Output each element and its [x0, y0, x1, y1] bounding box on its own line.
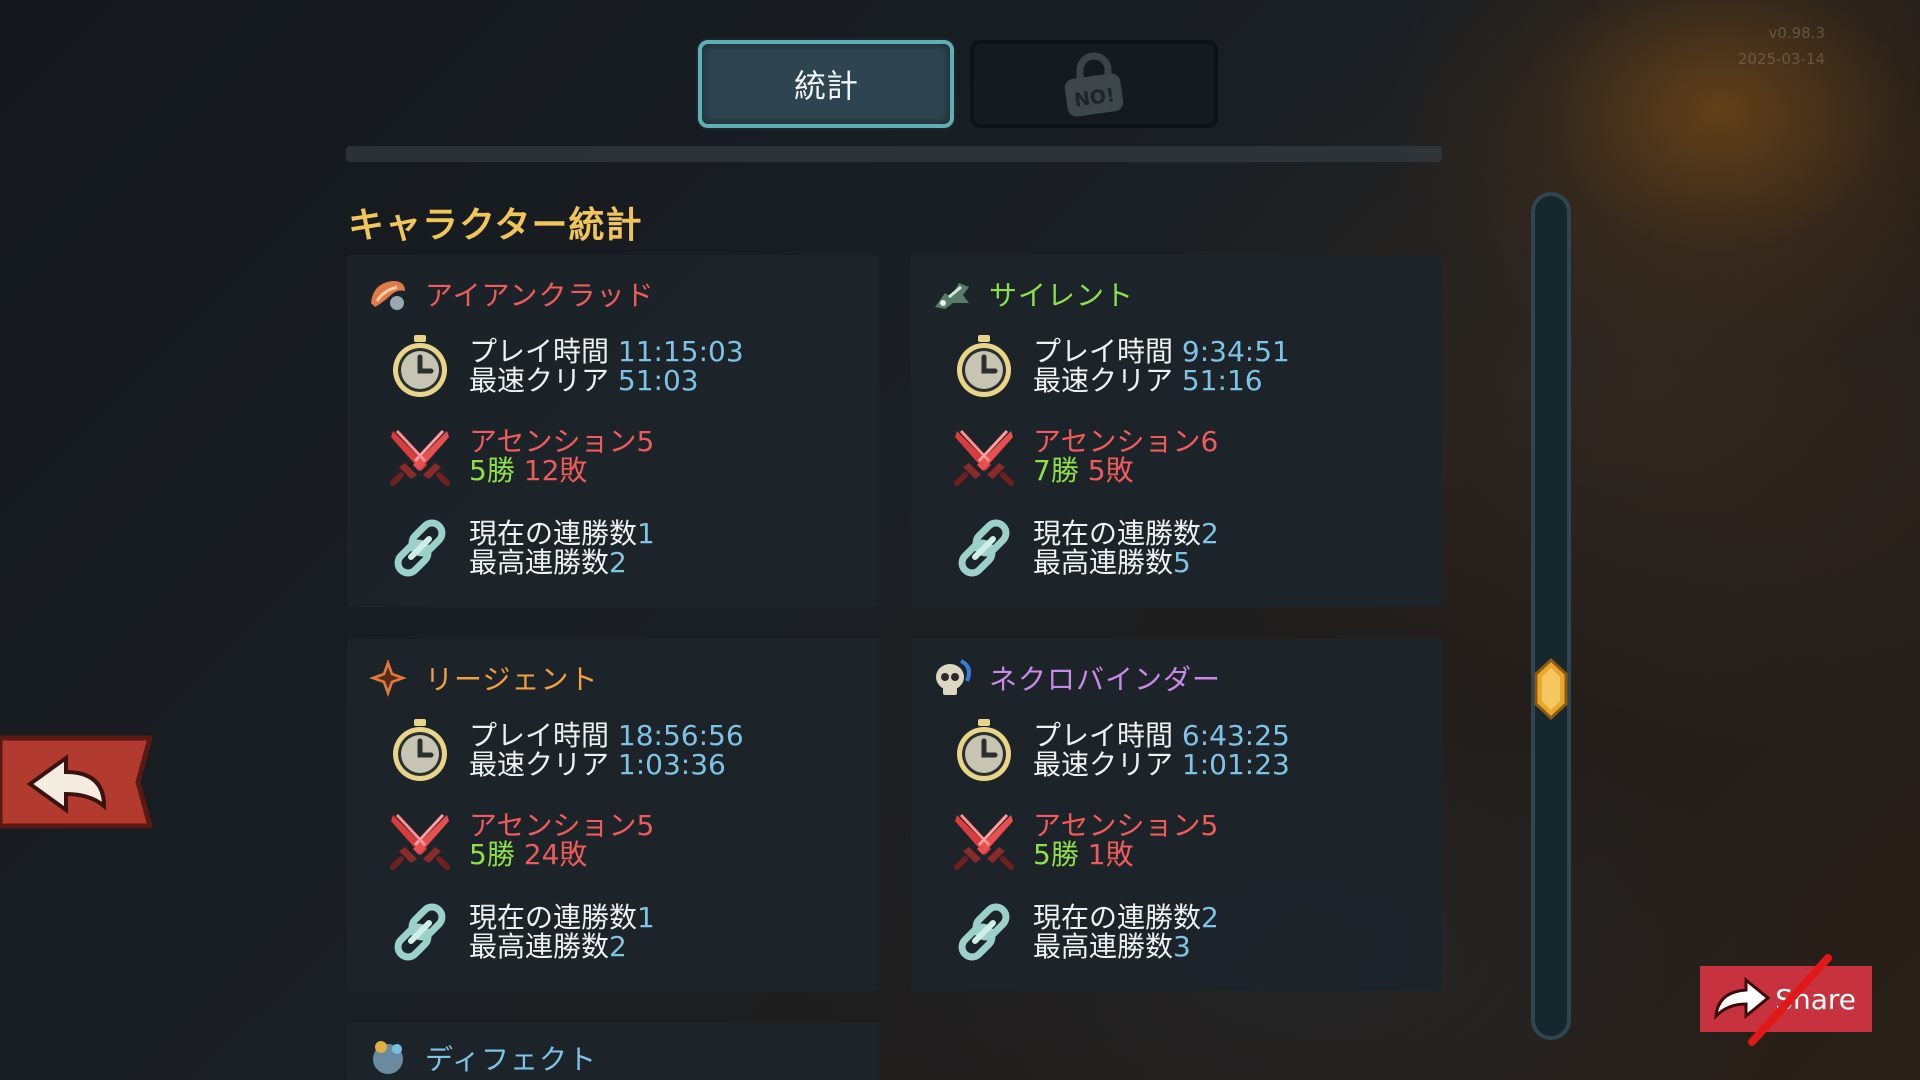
losses-value: 5: [1087, 454, 1106, 487]
best-streak-label: 最高連勝数: [1033, 546, 1174, 579]
divider: [346, 146, 1442, 162]
fastest-clear-value: 1:01:23: [1181, 748, 1290, 781]
character-name: アイアンクラッド: [425, 279, 655, 312]
disabled-slash-icon: [1748, 954, 1832, 1046]
wins-label: 勝: [1050, 838, 1079, 871]
character-name: リージェント: [425, 663, 599, 696]
ascension-value: 5: [1200, 809, 1219, 842]
chain-icon: [387, 899, 453, 965]
scrollbar-thumb[interactable]: [1532, 658, 1570, 720]
share-button[interactable]: Share: [1700, 954, 1872, 1046]
wins-label: 勝: [1050, 454, 1079, 487]
losses-value: 12: [523, 454, 560, 487]
character-card-regent: リージェント プレイ時間 18:56:56 最速クリア 1:03:36 アセンシ…: [347, 639, 879, 991]
losses-label: 敗: [559, 838, 588, 871]
best-streak-label: 最高連勝数: [469, 546, 610, 579]
back-button[interactable]: [0, 732, 152, 832]
regent-icon: [369, 659, 407, 697]
wins-label: 勝: [486, 454, 515, 487]
best-streak-value: 2: [609, 930, 627, 963]
wins-value: 5: [469, 454, 487, 487]
tab-locked[interactable]: NO!: [970, 40, 1218, 128]
character-card-ironclad: アイアンクラッド プレイ時間 11:15:03 最速クリア 51:03 アセンシ…: [347, 255, 879, 607]
losses-label: 敗: [559, 454, 588, 487]
section-title: キャラクター統計: [348, 205, 643, 246]
best-streak-value: 2: [609, 546, 627, 579]
clock-icon: [951, 333, 1017, 399]
best-streak-label: 最高連勝数: [469, 930, 610, 963]
character-name: サイレント: [989, 279, 1135, 312]
crossed-swords-icon: [951, 423, 1017, 489]
chain-icon: [387, 515, 453, 581]
losses-value: 1: [1087, 838, 1106, 871]
wins-value: 5: [469, 838, 487, 871]
character-name: ディフェクト: [425, 1043, 598, 1076]
ascension-value: 6: [1200, 425, 1219, 458]
current-streak-value: 1: [637, 517, 655, 550]
version-build: v0.98.3: [1768, 24, 1825, 42]
best-streak-value: 3: [1173, 930, 1191, 963]
chain-icon: [951, 899, 1017, 965]
best-streak-value: 5: [1173, 546, 1191, 579]
current-streak-value: 2: [1201, 901, 1219, 934]
version-date: 2025-03-14: [1737, 50, 1825, 68]
fastest-clear-label: 最速クリア: [1033, 748, 1174, 781]
losses-label: 敗: [1105, 454, 1134, 487]
clock-icon: [387, 717, 453, 783]
wins-value: 7: [1033, 454, 1051, 487]
current-streak-value: 1: [637, 901, 655, 934]
character-name: ネクロバインダー: [989, 663, 1222, 696]
wins-label: 勝: [486, 838, 515, 871]
crossed-swords-icon: [387, 423, 453, 489]
scrollbar-track[interactable]: [1531, 192, 1571, 1040]
fastest-clear-label: 最速クリア: [469, 748, 610, 781]
chain-icon: [951, 515, 1017, 581]
crossed-swords-icon: [951, 807, 1017, 873]
fastest-clear-value: 51:16: [1181, 364, 1263, 397]
fastest-clear-label: 最速クリア: [469, 364, 610, 397]
tab-stats[interactable]: 統計: [698, 40, 954, 128]
clock-icon: [387, 333, 453, 399]
lock-no-icon: NO!: [1064, 52, 1124, 117]
fastest-clear-value: 1:03:36: [617, 748, 726, 781]
character-card-defect: ディフェクト: [347, 1023, 879, 1080]
ironclad-icon: [371, 281, 405, 310]
crossed-swords-icon: [387, 807, 453, 873]
clock-icon: [951, 717, 1017, 783]
losses-label: 敗: [1105, 838, 1134, 871]
silent-icon: [935, 283, 969, 309]
tab-stats-label: 統計: [793, 67, 858, 105]
fastest-clear-label: 最速クリア: [1033, 364, 1174, 397]
ascension-value: 5: [636, 425, 655, 458]
defect-icon: [373, 1041, 403, 1074]
current-streak-value: 2: [1201, 517, 1219, 550]
fastest-clear-value: 51:03: [617, 364, 699, 397]
character-card-necrobinder: ネクロバインダー プレイ時間 6:43:25 最速クリア 1:01:23 アセン…: [911, 639, 1443, 991]
ascension-value: 5: [636, 809, 655, 842]
version-info: v0.98.3 2025-03-14: [1738, 20, 1825, 72]
character-card-silent: サイレント プレイ時間 9:34:51 最速クリア 51:16 アセンション6 …: [911, 255, 1443, 607]
best-streak-label: 最高連勝数: [1033, 930, 1174, 963]
necrobinder-icon: [936, 659, 971, 695]
losses-value: 24: [523, 838, 560, 871]
wins-value: 5: [1033, 838, 1051, 871]
